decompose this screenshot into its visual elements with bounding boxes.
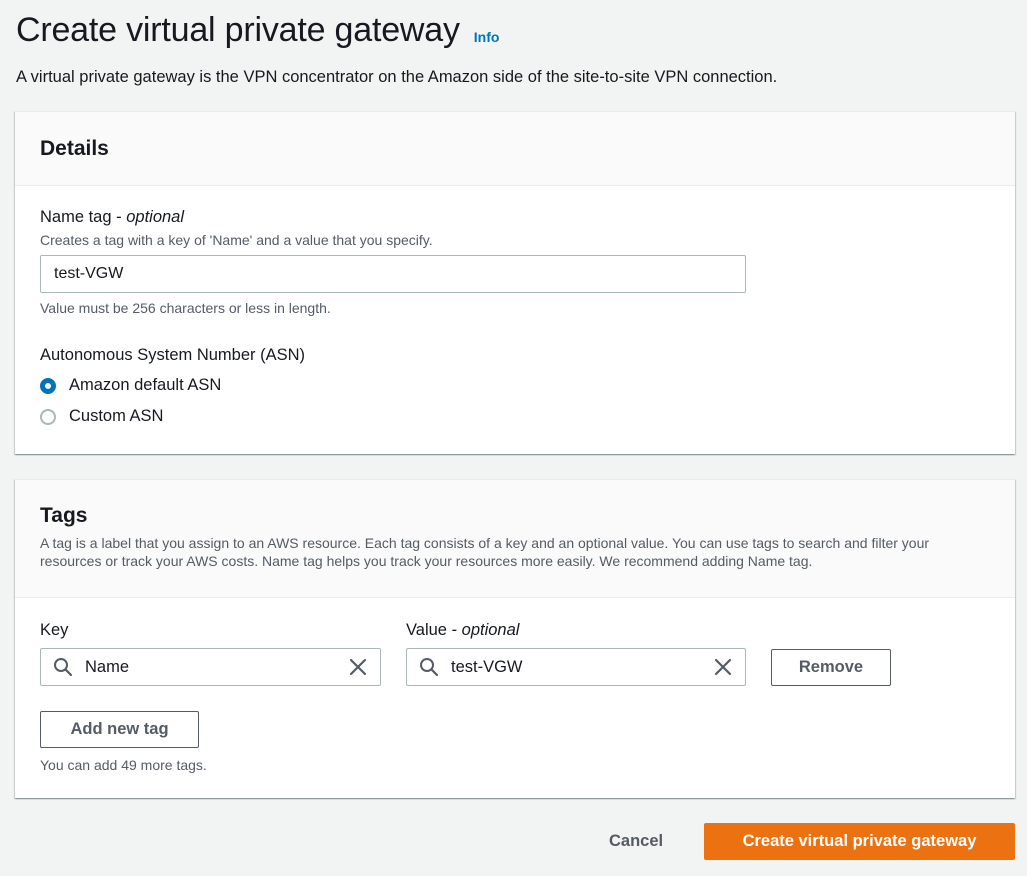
info-link[interactable]: Info [474,29,500,45]
tags-description: A tag is a label that you assign to an A… [40,535,930,569]
name-tag-label-text: Name tag [40,208,112,226]
tags-panel-header: Tags A tag is a label that you assign to… [15,480,1015,598]
page-header: Create virtual private gateway Info [16,8,499,52]
tags-panel: Tags A tag is a label that you assign to… [15,479,1015,798]
cancel-button[interactable]: Cancel [609,832,663,851]
remove-tag-button[interactable]: Remove [771,649,891,686]
search-icon [419,657,439,677]
radio-button-checked[interactable] [40,377,56,394]
name-tag-label: Name tag - optional [40,208,185,226]
radio-label: Custom ASN [69,407,164,425]
radio-button[interactable] [40,408,56,425]
details-panel: Details Name tag - optional Creates a ta… [15,111,1015,454]
tag-key-value: Name [85,657,130,676]
tag-value-input[interactable]: test-VGW [406,648,746,686]
tags-title: Tags [40,504,88,527]
radio-custom-asn[interactable]: Custom ASN [40,407,163,426]
page-description: A virtual private gateway is the VPN con… [16,68,778,86]
details-panel-header: Details [15,112,1015,186]
close-icon[interactable] [713,657,733,677]
name-tag-description: Creates a tag with a key of 'Name' and a… [40,232,433,248]
radio-label: Amazon default ASN [69,376,222,394]
name-tag-optional: optional [126,208,185,226]
search-icon [53,657,73,677]
tag-value-value: test-VGW [451,657,523,676]
name-tag-input-value: test-VGW [54,265,124,282]
name-tag-input[interactable]: test-VGW [40,255,746,293]
tag-value-optional: optional [461,621,520,639]
radio-amazon-default-asn[interactable]: Amazon default ASN [40,376,221,395]
asn-label: Autonomous System Number (ASN) [40,346,306,364]
tag-value-label-text: Value [406,621,447,639]
page-title: Create virtual private gateway [16,11,460,49]
tag-value-label: Value - optional [406,621,520,639]
tag-key-input[interactable]: Name [40,648,381,686]
details-title: Details [40,136,109,160]
add-new-tag-button[interactable]: Add new tag [40,711,199,748]
close-icon[interactable] [348,657,368,677]
tags-remaining-hint: You can add 49 more tags. [40,757,207,773]
name-tag-constraint: Value must be 256 characters or less in … [40,300,331,316]
tag-key-label: Key [40,621,69,639]
create-virtual-private-gateway-button[interactable]: Create virtual private gateway [704,823,1015,860]
